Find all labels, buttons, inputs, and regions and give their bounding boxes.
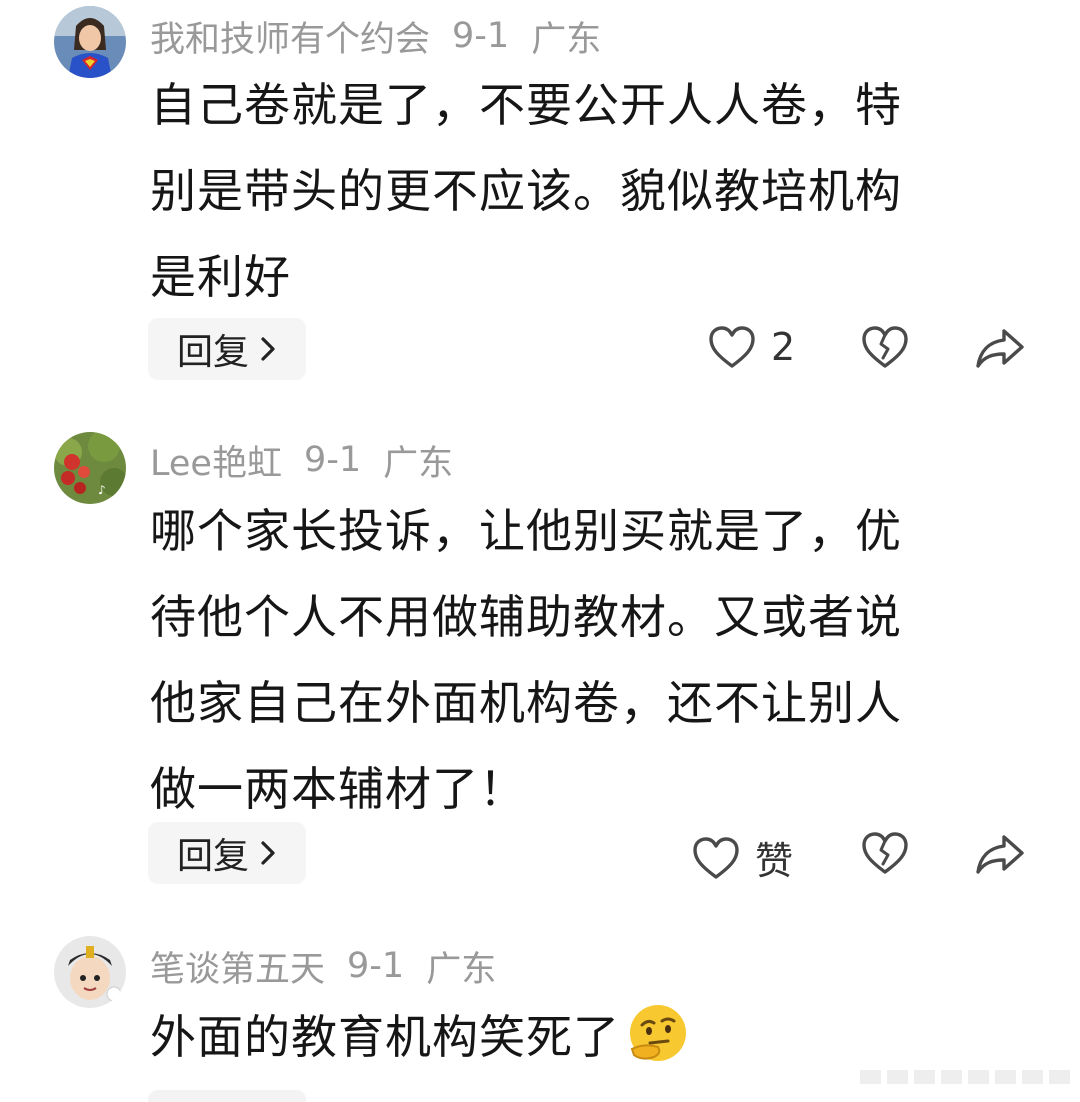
username[interactable]: Lee艳虹 [150, 435, 282, 486]
superhero-avatar-icon [54, 6, 126, 78]
broken-heart-icon [862, 326, 908, 368]
share-button[interactable] [974, 326, 1026, 370]
reply-button[interactable]: 回复 [148, 822, 306, 884]
reply-label: 回复 [176, 332, 249, 373]
share-arrow-icon [976, 835, 1024, 874]
dislike-button[interactable] [860, 830, 910, 876]
comment-meta: 我和技师有个约会 9-1 广东 [150, 12, 601, 60]
comment-text-line: 别是带头的更不应该。貌似教培机构 [150, 164, 902, 218]
comment-meta: Lee艳虹 9-1 广东 [150, 436, 453, 484]
user-avatar[interactable] [54, 936, 126, 1008]
dislike-button[interactable] [860, 324, 910, 370]
comment-feed: 我和技师有个约会 9-1 广东 自己卷就是了，不要公开人人卷，特 别是带头的更不… [0, 0, 1080, 1102]
comment-text-line: 做一两本辅材了！ [150, 762, 526, 816]
comment-text-line: 自己卷就是了，不要公开人人卷，特 [150, 78, 902, 132]
chevron-right-icon [261, 337, 275, 361]
svg-text:♪: ♪ [98, 483, 106, 497]
watermark-strip [860, 1070, 1070, 1084]
comment-text: 哪个家长投诉，让他别买就是了，优 待他个人不用做辅助教材。又或者说 他家自己在外… [150, 488, 1030, 832]
comment-text-line: 他家自己在外面机构卷，还不让别人 [150, 676, 902, 730]
reply-button-partial[interactable] [148, 1090, 306, 1102]
username[interactable]: 我和技师有个约会 [150, 11, 430, 62]
comment-location: 广东 [383, 443, 454, 484]
heart-outline-icon [709, 326, 755, 368]
like-count: 2 [771, 325, 796, 369]
reply-button[interactable]: 回复 [148, 318, 306, 380]
comment-text-line: 外面的教育机构笑死了 [150, 994, 1030, 1080]
cartoon-character-avatar-icon [54, 936, 126, 1008]
comment-text-line: 待他个人不用做辅助教材。又或者说 [150, 590, 902, 644]
like-button[interactable]: 2 [707, 324, 795, 370]
comment-text-span: 外面的教育机构笑死了 [150, 1010, 620, 1064]
comment-text: 自己卷就是了，不要公开人人卷，特 别是带头的更不应该。貌似教培机构 是利好 [150, 62, 1030, 320]
comment-date: 9-1 [303, 440, 362, 480]
comment-location: 广东 [531, 19, 602, 60]
chevron-right-icon [261, 841, 275, 865]
broken-heart-icon [862, 832, 908, 874]
user-avatar[interactable]: ♪ [54, 432, 126, 504]
username[interactable]: 笔谈第五天 [150, 941, 325, 992]
apple-tree-avatar-icon: ♪ [54, 432, 126, 504]
like-button[interactable]: 赞 [691, 830, 793, 885]
comment-date: 9-1 [452, 16, 510, 56]
share-arrow-icon [976, 329, 1024, 368]
like-label: 赞 [755, 839, 794, 883]
comment-text: 外面的教育机构笑死了 [150, 994, 1030, 1080]
comment-meta: 笔谈第五天 9-1 广东 [150, 942, 496, 990]
user-avatar[interactable] [54, 6, 126, 78]
comment-date: 9-1 [347, 946, 405, 986]
heart-outline-icon [693, 836, 739, 879]
reply-label: 回复 [176, 836, 249, 877]
comment-text-line: 是利好 [150, 250, 291, 304]
comment-text-line: 哪个家长投诉，让他别买就是了，优 [150, 504, 902, 558]
share-button[interactable] [974, 832, 1026, 876]
comment-location: 广东 [426, 949, 497, 990]
thinking-face-emoji-icon [624, 999, 692, 1067]
